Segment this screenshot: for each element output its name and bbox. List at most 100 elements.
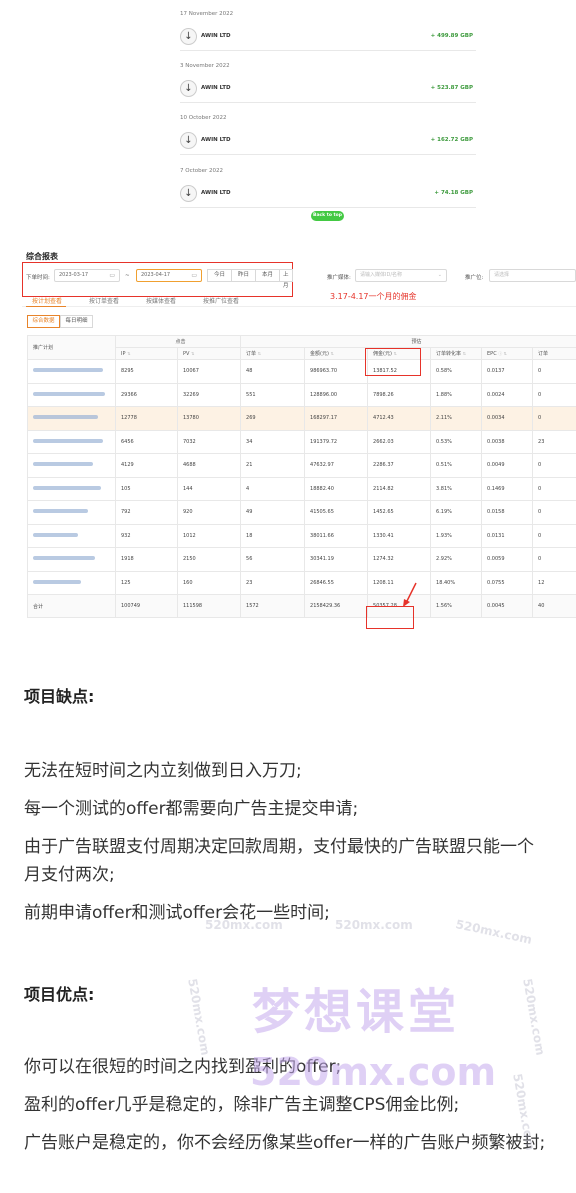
- table-row[interactable]: 8295 10067 48 986963.70 13817.52 0.58% 0.0137 0: [27, 359, 576, 384]
- column-header[interactable]: 订单 ⇅: [240, 347, 306, 360]
- table-row[interactable]: 1918 2150 56 30341.19 1274.32 2.92% 0.0059 0: [27, 547, 576, 572]
- table-cell: 7898.26: [367, 382, 432, 407]
- table-cell: 0.0158: [481, 500, 534, 525]
- table-cell: 0: [532, 453, 576, 478]
- table-cell: 10067: [176, 359, 242, 384]
- yesterday-button[interactable]: 昨日: [231, 269, 256, 282]
- table-cell: 1330.41: [367, 523, 432, 548]
- arrow-down-icon: ↓: [180, 185, 197, 202]
- subtab-summary[interactable]: 综合数据: [27, 315, 60, 328]
- table-row[interactable]: 932 1012 18 38011.66 1330.41 1.93% 0.0131 0: [27, 523, 576, 548]
- this-month-button[interactable]: 本月: [255, 269, 280, 282]
- plan-name-cell[interactable]: [27, 523, 116, 548]
- payment-date: 3 November 2022: [180, 63, 230, 69]
- payment-date: 7 October 2022: [180, 168, 224, 174]
- watermark-domain: 520mx.com: [250, 1050, 497, 1094]
- column-header[interactable]: 订单转化率 ⇅: [430, 347, 483, 360]
- column-header[interactable]: EPC ⓘ ⇅: [481, 347, 534, 360]
- table-cell: 49: [240, 500, 306, 525]
- column-header[interactable]: IP ⇅: [115, 347, 178, 360]
- payment-amount: + 74.18 GBP: [434, 190, 473, 196]
- table-cell: 0.0059: [481, 547, 534, 572]
- payment-row[interactable]: ↓ AWIN LTD + 523.87 GBP: [180, 77, 476, 103]
- column-header[interactable]: PV ⇅: [176, 347, 242, 360]
- column-header[interactable]: 金额(元) ⇅: [304, 347, 369, 360]
- plan-name-cell[interactable]: [27, 406, 116, 431]
- table-cell: 13780: [176, 406, 242, 431]
- back-to-top-button[interactable]: Back to top: [311, 211, 344, 221]
- chevron-down-icon: ⌄: [437, 272, 442, 278]
- media-select[interactable]: 请输入媒体ID/名称 ⌄: [355, 269, 447, 282]
- payment-row[interactable]: ↓ AWIN LTD + 499.89 GBP: [180, 25, 476, 51]
- plan-name-cell[interactable]: [27, 453, 116, 478]
- plan-name-cell[interactable]: [27, 476, 116, 501]
- payment-row[interactable]: ↓ AWIN LTD + 74.18 GBP: [180, 182, 476, 208]
- table-cell: 0: [532, 406, 576, 431]
- blurred-plan-name: [33, 462, 93, 467]
- total-label: 合计: [27, 594, 116, 618]
- table-cell: 0: [532, 523, 576, 548]
- total-cell: 0.0045: [481, 594, 534, 618]
- plan-name-cell[interactable]: [27, 547, 116, 572]
- table-cell: 12778: [115, 406, 178, 431]
- tab-by-plan[interactable]: 按计划查看: [32, 296, 62, 305]
- table-cell: 144: [176, 476, 242, 501]
- total-cell: 2158429.36: [304, 594, 369, 618]
- table-cell: 0: [532, 382, 576, 407]
- total-cell: 40: [532, 594, 576, 618]
- position-select[interactable]: 请选择: [489, 269, 576, 282]
- table-row[interactable]: 4129 4688 21 47632.97 2286.37 0.51% 0.0049 0: [27, 453, 576, 478]
- table-cell: 32269: [176, 382, 242, 407]
- calendar-icon: ▭: [191, 272, 197, 279]
- start-date-input[interactable]: 2023-03-17 ▭: [54, 269, 120, 282]
- total-row: 合计 100749 111598 1572 2158429.36 50357.28 1.56…: [27, 594, 576, 618]
- subtab-daily[interactable]: 每日明细: [60, 315, 93, 328]
- table-cell: 30341.19: [304, 547, 369, 572]
- table-row[interactable]: 105 144 4 18882.40 2114.82 3.81% 0.1469 0: [27, 476, 576, 501]
- table-cell: 0.0024: [481, 382, 534, 407]
- table-cell: 105: [115, 476, 178, 501]
- end-date-input[interactable]: 2023-04-17 ▭: [136, 269, 202, 282]
- plan-name-cell[interactable]: [27, 500, 116, 525]
- table-cell: 34: [240, 429, 306, 454]
- plan-name-cell[interactable]: [27, 570, 116, 595]
- payment-date: 17 November 2022: [180, 11, 234, 17]
- payment-row[interactable]: ↓ AWIN LTD + 162.72 GBP: [180, 129, 476, 155]
- table-row[interactable]: 29366 32269 551 128896.00 7898.26 1.88% 0.0024…: [27, 382, 576, 407]
- table-cell: 2286.37: [367, 453, 432, 478]
- plan-name-cell[interactable]: [27, 359, 116, 384]
- table-row[interactable]: 6456 7032 34 191379.72 2662.03 0.53% 0.0038 23: [27, 429, 576, 454]
- tab-by-position[interactable]: 按推广位查看: [203, 296, 239, 305]
- table-cell: 0.0049: [481, 453, 534, 478]
- table-cell: 0: [532, 476, 576, 501]
- table-cell: 191379.72: [304, 429, 369, 454]
- payee-name: AWIN LTD: [201, 190, 231, 196]
- table-row[interactable]: 792 920 49 41505.65 1452.65 6.19% 0.0158 0: [27, 500, 576, 525]
- blurred-plan-name: [33, 509, 88, 514]
- table-cell: 56: [240, 547, 306, 572]
- last-month-button[interactable]: 上月: [279, 269, 293, 289]
- end-date-value: 2023-04-17: [141, 272, 171, 278]
- total-cell: 1572: [240, 594, 306, 618]
- blurred-plan-name: [33, 391, 105, 396]
- plan-name-cell[interactable]: [27, 429, 116, 454]
- blurred-plan-name: [33, 579, 81, 584]
- today-button[interactable]: 今日: [207, 269, 232, 282]
- table-cell: 2662.03: [367, 429, 432, 454]
- plan-name-cell[interactable]: [27, 382, 116, 407]
- start-date-value: 2023-03-17: [59, 272, 89, 278]
- table-row[interactable]: 12778 13780 269 168297.17 4712.43 2.11% 0.0034…: [27, 406, 576, 431]
- table-cell: 551: [240, 382, 306, 407]
- payee-name: AWIN LTD: [201, 137, 231, 143]
- watermark-text: 520mx.com: [520, 977, 548, 1057]
- tab-by-order[interactable]: 按订单查看: [89, 296, 119, 305]
- table-row[interactable]: 125 160 23 26846.55 1208.11 18.40% 0.0755 12: [27, 570, 576, 595]
- pros-heading: 项目优点:: [24, 985, 95, 1004]
- blurred-plan-name: [33, 556, 95, 561]
- column-header[interactable]: 订单: [532, 347, 576, 360]
- table-cell: 21: [240, 453, 306, 478]
- cons-heading: 项目缺点:: [24, 687, 95, 706]
- table-cell: 1452.65: [367, 500, 432, 525]
- tab-by-media[interactable]: 按媒体查看: [146, 296, 176, 305]
- commission-total-highlight: [366, 606, 414, 629]
